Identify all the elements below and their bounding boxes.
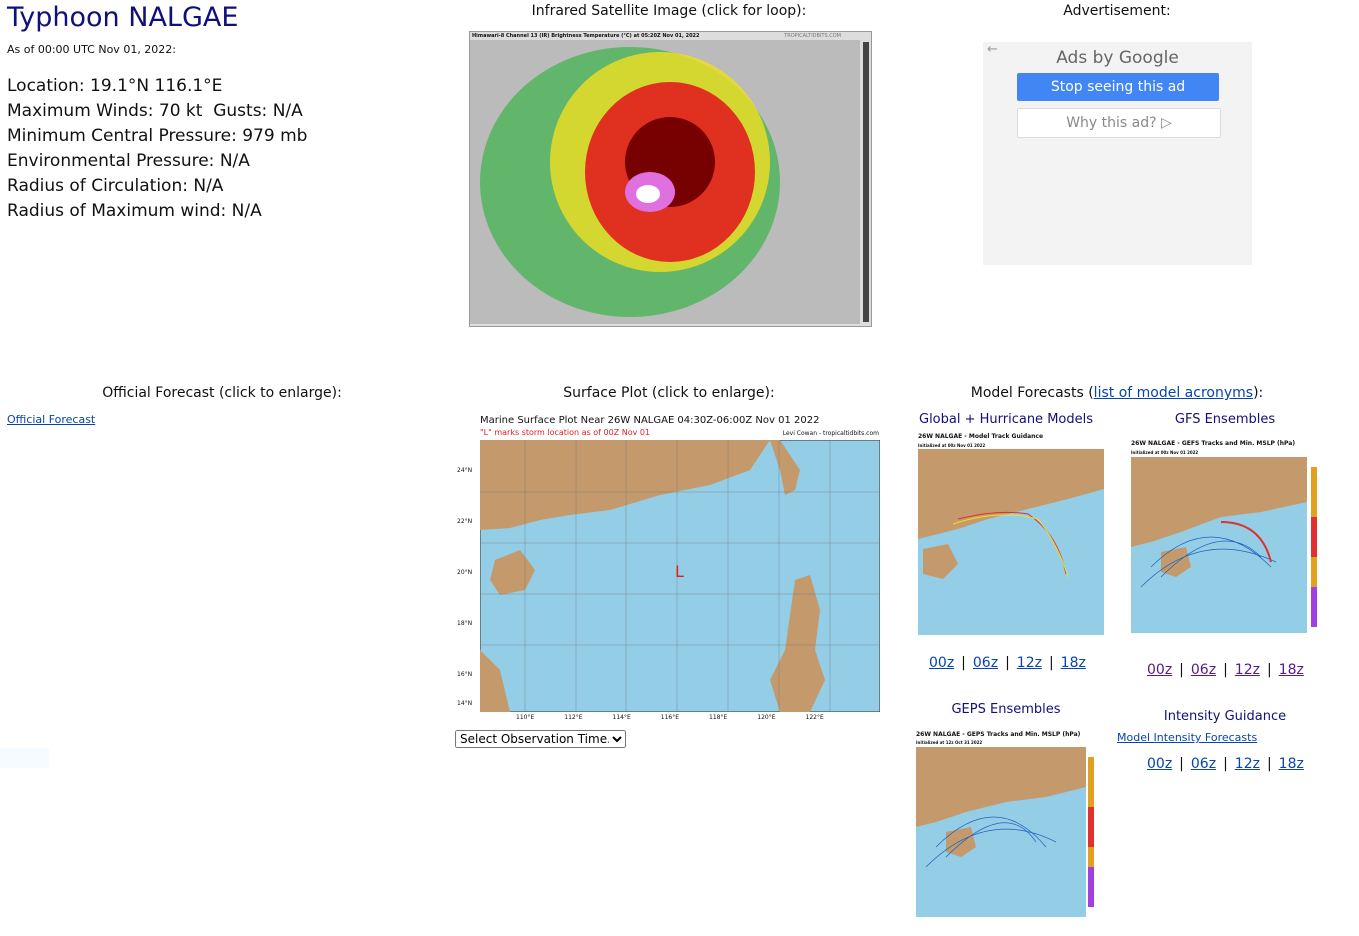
- geps-ensembles-image[interactable]: 26W NALGAE - GEPS Tracks and Min. MSLP (…: [913, 728, 1110, 918]
- location: Location: 19.1°N 116.1°E: [7, 76, 223, 96]
- intensity-runs: 00z | 06z | 12z | 18z: [1147, 756, 1304, 772]
- geps-caption: GEPS Ensembles: [951, 702, 1061, 717]
- radius-circulation: Radius of Circulation: N/A: [7, 176, 224, 196]
- min-pressure: Minimum Central Pressure: 979 mb: [7, 126, 308, 146]
- observation-time-select[interactable]: Select Observation Time...: [455, 730, 626, 748]
- gfs-caption: GFS Ensembles: [1174, 412, 1276, 427]
- ads-by-google: Ads by Google: [1056, 48, 1179, 68]
- surface-caption: Surface Plot (click to enlarge):: [563, 385, 775, 401]
- lat-tick: 18°N: [457, 620, 473, 627]
- lat-tick: 20°N: [457, 569, 473, 576]
- image-init: Initialized at 00z Nov 01 2022: [1131, 450, 1199, 455]
- run-00z-link[interactable]: 00z: [929, 655, 954, 671]
- satellite-image-title: Himawari-8 Channel 13 (IR) Brightness Te…: [472, 33, 700, 39]
- image-title: 26W NALGAE - GEFS Tracks and Min. MSLP (…: [1131, 440, 1296, 447]
- blank-panel: [0, 748, 49, 768]
- model-acronyms-link[interactable]: list of model acronyms: [1094, 385, 1253, 401]
- surface-plot-image[interactable]: Marine Surface Plot Near 26W NALGAE 04:3…: [455, 412, 885, 721]
- storm-info: Location: 19.1°N 116.1°E Maximum Winds: …: [7, 74, 307, 224]
- lon-tick: 116°E: [660, 714, 679, 721]
- satellite-credit: TROPICALTIDBITS.COM: [784, 33, 841, 39]
- lon-tick: 114°E: [612, 714, 631, 721]
- lat-tick: 16°N: [457, 671, 473, 678]
- official-forecast-link[interactable]: Official Forecast: [7, 413, 95, 426]
- lat-tick: 24°N: [457, 467, 473, 474]
- track-map: [918, 449, 1104, 635]
- surface-plot-subtitle: "L" marks storm location as of 00Z Nov 0…: [480, 428, 651, 437]
- lon-ticks: 110°E 112°E 114°E 116°E 118°E 120°E 122°E: [516, 714, 824, 721]
- run-18z-link[interactable]: 18z: [1061, 655, 1086, 671]
- official-caption: Official Forecast (click to enlarge):: [102, 385, 342, 401]
- storm-marker: L: [675, 562, 684, 581]
- lon-tick: 120°E: [757, 714, 776, 721]
- run-00z-link[interactable]: 00z: [1147, 756, 1172, 772]
- advertisement: ← Ads by Google Stop seeing this ad Why …: [983, 42, 1252, 265]
- track-map: [1131, 457, 1317, 633]
- run-12z-link[interactable]: 12z: [1235, 756, 1260, 772]
- intensity-caption: Intensity Guidance: [1163, 709, 1287, 724]
- max-winds: Maximum Winds: 70 kt Gusts: N/A: [7, 101, 303, 121]
- as-of-time: As of 00:00 UTC Nov 01, 2022:: [7, 43, 177, 56]
- ad-caption: Advertisement:: [1063, 3, 1171, 19]
- surface-plot-title: Marine Surface Plot Near 26W NALGAE 04:3…: [480, 415, 820, 426]
- caption-prefix: Model Forecasts (: [970, 385, 1094, 401]
- gfs-ensembles-image[interactable]: 26W NALGAE - GEFS Tracks and Min. MSLP (…: [1125, 437, 1330, 635]
- run-12z-link[interactable]: 12z: [1017, 655, 1042, 671]
- run-06z-link[interactable]: 06z: [1191, 756, 1216, 772]
- run-00z-link[interactable]: 00z: [1147, 662, 1172, 678]
- gfs-runs: 00z | 06z | 12z | 18z: [1147, 662, 1304, 678]
- satellite-imagery: [470, 40, 869, 324]
- model-forecasts-caption: Model Forecasts (list of model acronyms)…: [971, 385, 1264, 401]
- track-map: [916, 747, 1094, 917]
- satellite-image[interactable]: Himawari-8 Channel 13 (IR) Brightness Te…: [469, 31, 872, 327]
- global-models-image[interactable]: 26W NALGAE - Model Track Guidance Initia…: [915, 430, 1105, 637]
- satellite-caption: Infrared Satellite Image (click for loop…: [531, 3, 807, 19]
- image-init: Initialized at 00z Nov 01 2022: [918, 443, 986, 448]
- model-intensity-link[interactable]: Model Intensity Forecasts: [1117, 731, 1257, 744]
- env-pressure: Environmental Pressure: N/A: [7, 151, 250, 171]
- lat-ticks: 24°N 22°N 20°N 18°N 16°N 14°N: [457, 445, 472, 708]
- caption-suffix: ):: [1253, 385, 1264, 401]
- surface-plot-credit: Levi Cowan - tropicaltidbits.com: [782, 430, 879, 437]
- global-models-caption: Global + Hurricane Models: [918, 412, 1094, 427]
- image-title: 26W NALGAE - GEPS Tracks and Min. MSLP (…: [916, 731, 1081, 738]
- lon-tick: 122°E: [805, 714, 824, 721]
- run-18z-link[interactable]: 18z: [1279, 662, 1304, 678]
- lon-tick: 110°E: [516, 714, 535, 721]
- run-12z-link[interactable]: 12z: [1235, 662, 1260, 678]
- lon-tick: 118°E: [709, 714, 728, 721]
- lat-tick: 22°N: [457, 518, 473, 525]
- page-title: Typhoon NALGAE: [7, 2, 239, 33]
- global-runs: 00z | 06z | 12z | 18z: [929, 655, 1086, 671]
- run-18z-link[interactable]: 18z: [1279, 756, 1304, 772]
- lon-tick: 112°E: [564, 714, 583, 721]
- why-this-ad-button[interactable]: Why this ad? ▷: [1017, 108, 1221, 138]
- stop-seeing-ad-button[interactable]: Stop seeing this ad: [1017, 73, 1219, 101]
- image-init: Initialized at 12z Oct 31 2022: [916, 740, 983, 745]
- radius-max-wind: Radius of Maximum wind: N/A: [7, 201, 262, 221]
- run-06z-link[interactable]: 06z: [973, 655, 998, 671]
- lat-tick: 14°N: [457, 700, 473, 707]
- run-06z-link[interactable]: 06z: [1191, 662, 1216, 678]
- image-title: 26W NALGAE - Model Track Guidance: [918, 433, 1044, 440]
